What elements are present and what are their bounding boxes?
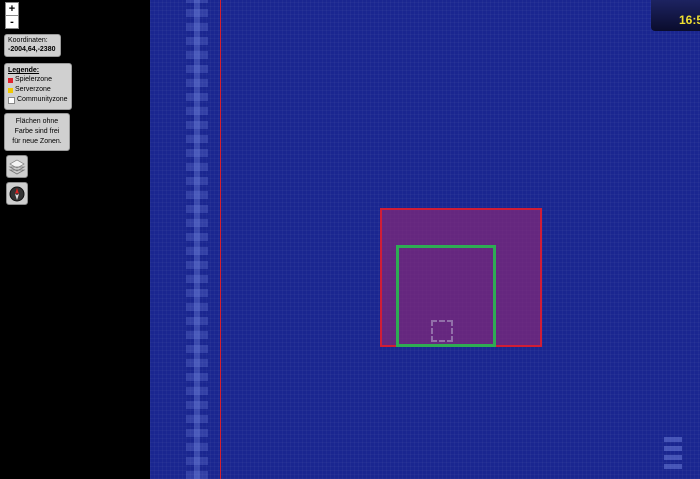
note-line: Farbe sind frei <box>14 128 60 135</box>
legend-label: Communityzone <box>17 96 68 103</box>
legend-swatch <box>8 87 13 93</box>
sidebar-panel: + - Koordinaten: -2004,64,-2380 Legende:… <box>0 0 150 479</box>
layers-button[interactable] <box>6 155 28 178</box>
terrain-detail <box>664 435 682 469</box>
note-line: für neue Zonen. <box>12 138 62 145</box>
legend-label: Serverzone <box>15 86 51 93</box>
compass-button[interactable] <box>6 182 28 205</box>
legend-title: Legende: <box>8 67 40 74</box>
legend-swatch <box>8 96 15 104</box>
note-line: Flächen ohne <box>15 118 59 125</box>
legend-item-serverzone: Serverzone <box>8 85 68 95</box>
legend-box: Legende: Spielerzone Serverzone Communit… <box>4 63 72 110</box>
map-marker <box>431 320 453 342</box>
layers-icon <box>8 159 26 175</box>
zoom-out-button[interactable]: - <box>5 15 19 29</box>
road-stripe-center <box>194 0 200 479</box>
time-display: 16:57 <box>651 0 700 31</box>
coordinates-label: Koordinaten: <box>8 37 48 44</box>
legend-label: Spielerzone <box>15 76 52 83</box>
legend-item-communityzone: Communityzone <box>8 95 68 105</box>
zone-boundary-line <box>220 0 221 479</box>
zoom-in-button[interactable]: + <box>5 2 19 16</box>
map-view[interactable]: 16:57 <box>150 0 700 479</box>
coordinates-box: Koordinaten: -2004,64,-2380 <box>4 34 61 57</box>
free-area-note: Flächen ohne Farbe sind frei für neue Zo… <box>4 113 70 151</box>
compass-icon <box>9 186 25 202</box>
clock-time: 16:57 <box>679 13 700 27</box>
coordinates-value: -2004,64,-2380 <box>8 46 56 53</box>
legend-swatch <box>8 77 13 83</box>
legend-item-spielerzone: Spielerzone <box>8 75 68 85</box>
